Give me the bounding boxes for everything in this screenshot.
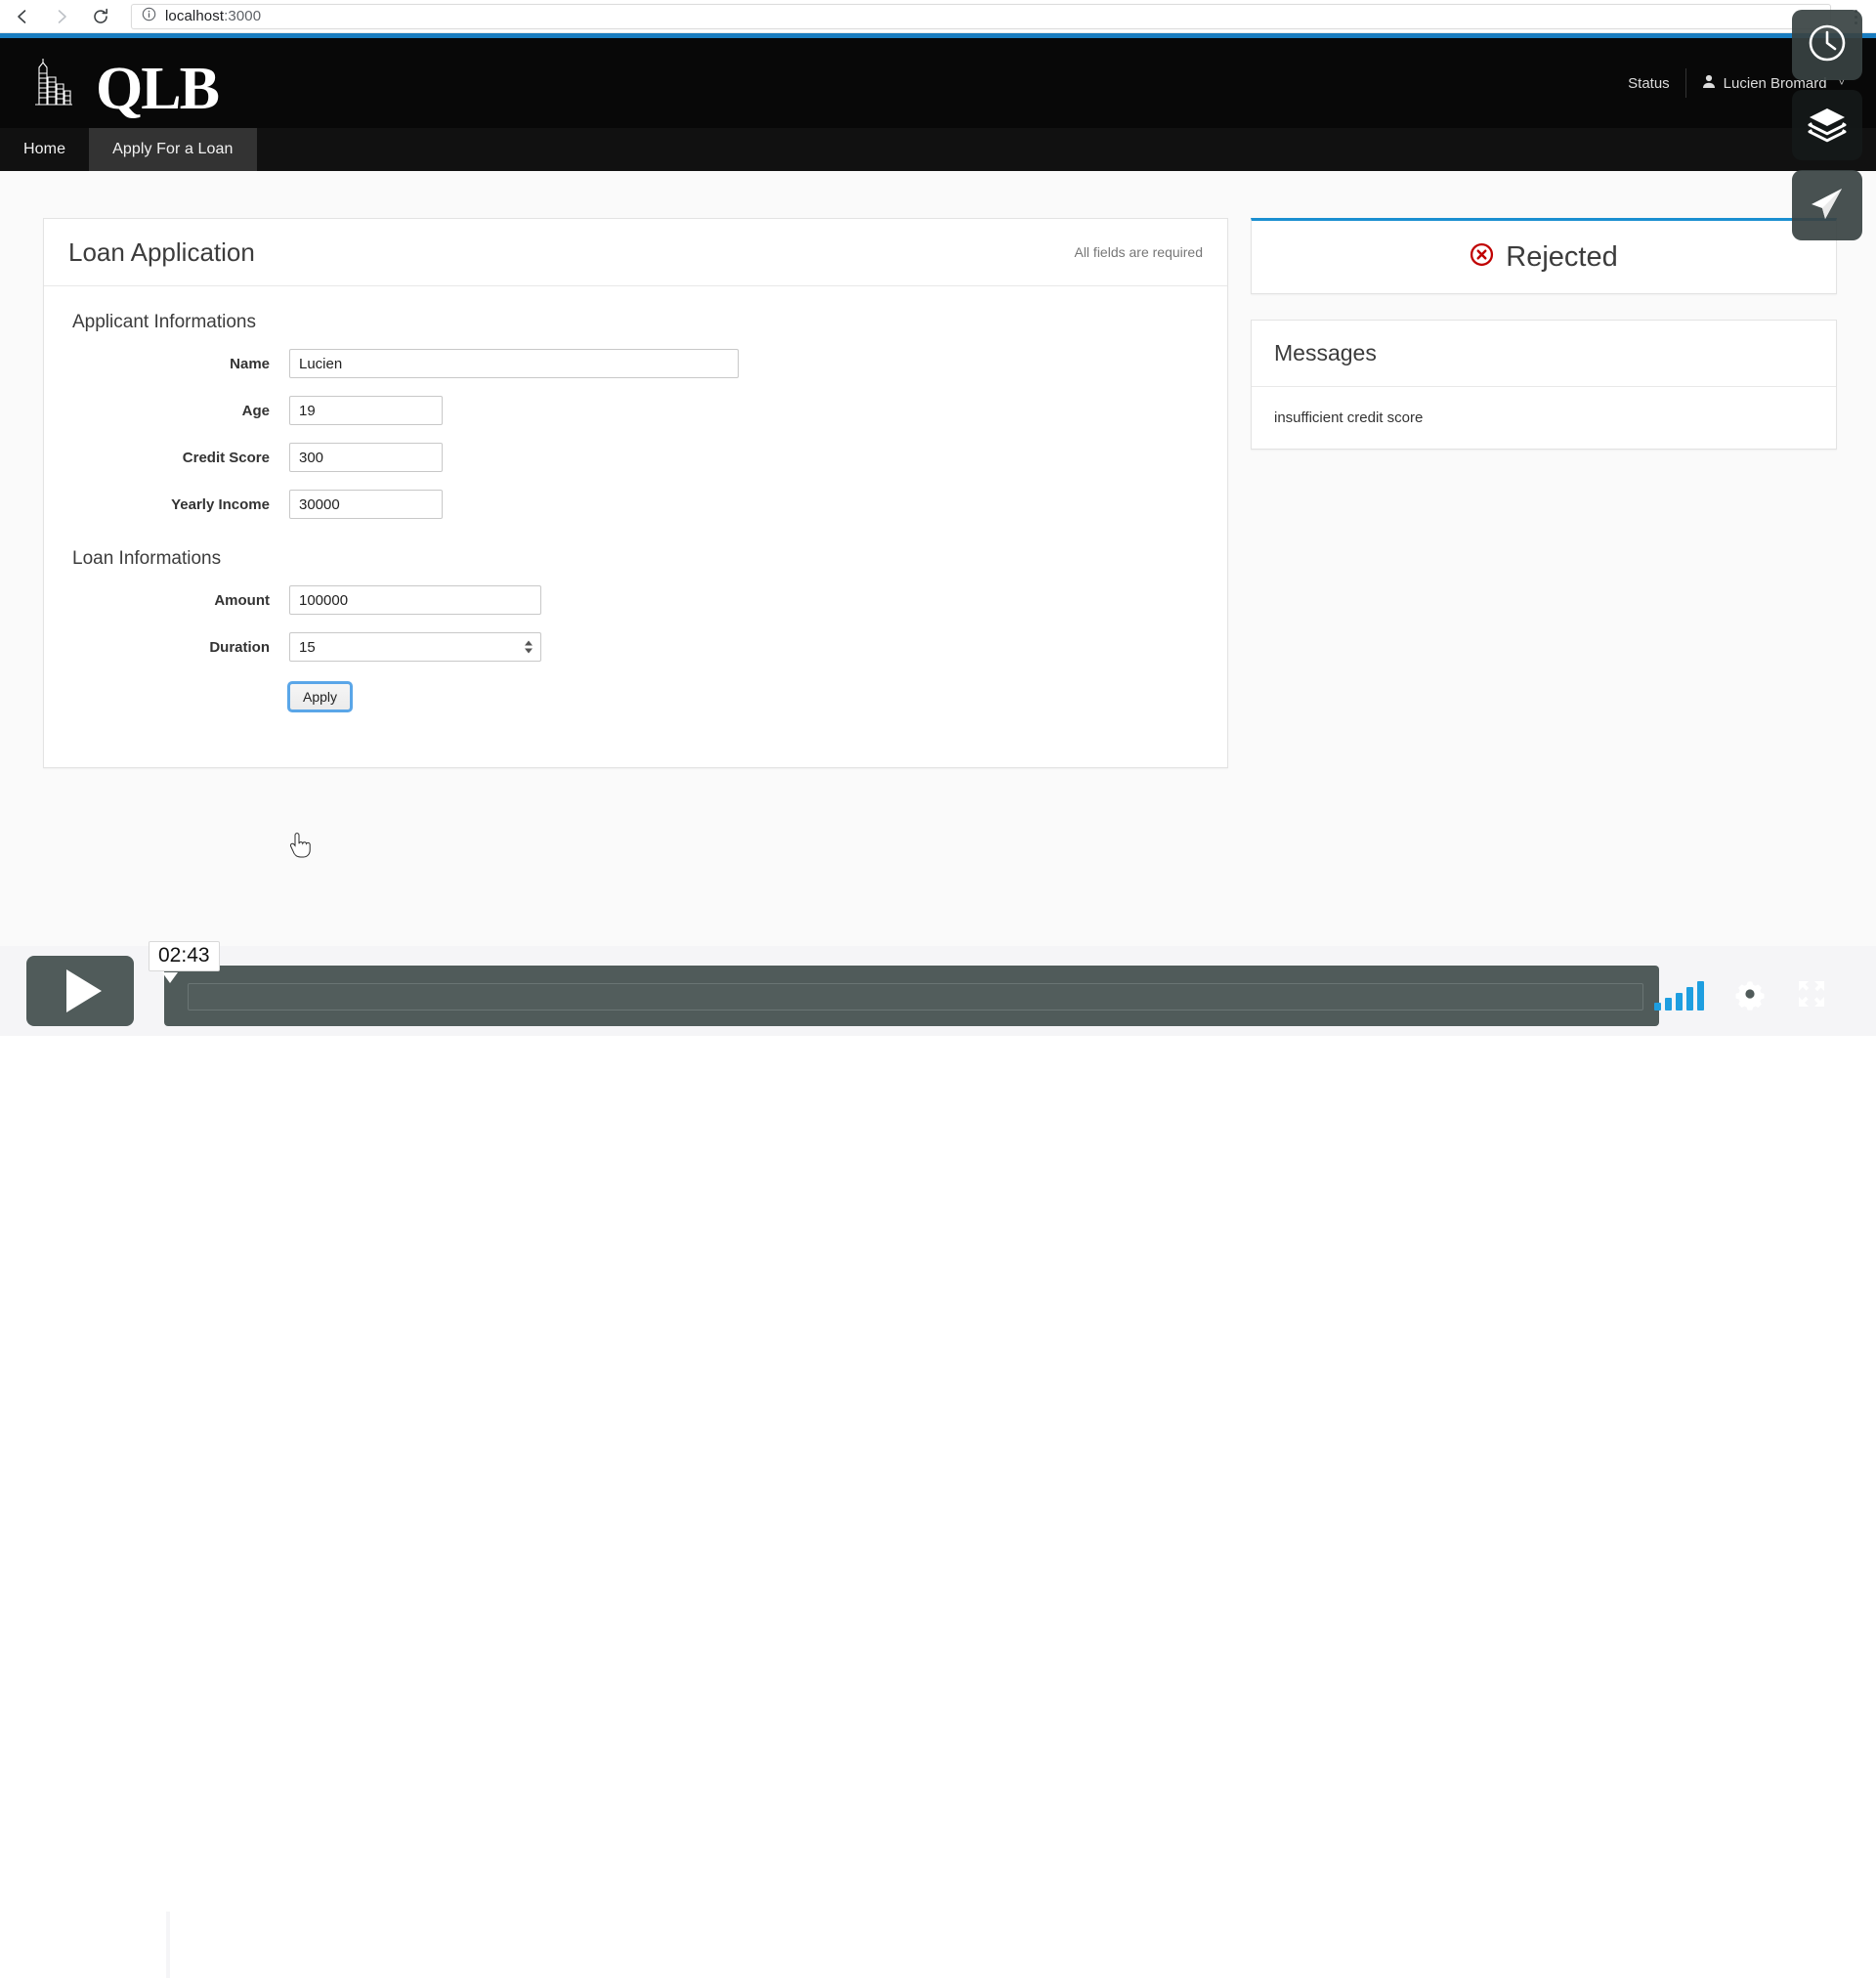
age-input[interactable] [289,396,443,425]
field-row-credit-score: Credit Score [68,443,1203,472]
user-icon [1702,74,1716,93]
field-row-name: Name [68,349,1203,378]
gear-icon [1733,977,1767,1015]
field-row-age: Age [68,396,1203,425]
city-skyline-icon [27,52,88,117]
credit-score-label: Credit Score [182,449,270,466]
video-player-bar [0,946,1876,1978]
status-menu-item[interactable]: Status [1612,68,1685,98]
yearly-income-input[interactable] [289,490,443,519]
card-header: Loan Application All fields are required [44,219,1227,286]
messages-header: Messages [1252,321,1836,387]
playhead[interactable] [166,1912,170,1978]
app-header: QLB Status Lucien Bromard ˅ [0,38,1876,128]
signal-bars-icon[interactable] [1654,981,1704,1010]
fullscreen-icon [1796,978,1827,1014]
back-arrow-icon [13,7,32,26]
name-input[interactable] [289,349,739,378]
send-button[interactable] [1792,170,1862,240]
status-card: Rejected [1251,218,1837,294]
info-icon [142,7,156,26]
layers-icon [1806,102,1849,150]
mouse-cursor-pointer [289,833,311,858]
play-button[interactable] [26,956,134,1026]
reload-icon [91,7,110,26]
layers-button[interactable] [1792,90,1862,160]
loan-section-title: Loan Informations [72,548,222,569]
loan-application-card: Loan Application All fields are required… [43,218,1228,768]
messages-body: insufficient credit score [1252,387,1836,449]
brand-text: QLB [96,55,220,122]
time-tooltip: 02:43 [149,941,220,971]
amount-input[interactable] [289,585,541,615]
age-label: Age [241,402,270,419]
tab-home-label: Home [23,141,66,157]
list-item: insufficient credit score [1274,409,1424,426]
forward-arrow-icon [52,7,71,26]
page-title: Loan Application [68,236,255,267]
field-row-duration: Duration 15 [68,632,1203,662]
status-label: Status [1628,74,1670,92]
status-badge: Rejected [1506,240,1618,273]
credit-score-input[interactable] [289,443,443,472]
forward-button[interactable] [45,0,78,33]
messages-card: Messages insufficient credit score [1251,320,1837,450]
apply-button[interactable]: Apply [286,681,354,712]
fullscreen-button[interactable] [1796,978,1827,1014]
duration-select[interactable]: 15 [289,632,541,662]
url-text: localhost:3000 [165,8,262,24]
tooltip-arrow [162,972,178,983]
tab-home[interactable]: Home [0,128,89,171]
back-button[interactable] [6,0,39,33]
browser-chrome: localhost:3000 [0,0,1876,33]
duration-select-wrap: 15 [289,632,541,662]
messages-title: Messages [1274,340,1377,366]
brand-logo[interactable]: QLB [27,52,220,122]
field-row-amount: Amount [68,585,1203,615]
required-note: All fields are required [1074,244,1203,260]
reload-button[interactable] [84,0,117,33]
name-label: Name [230,355,270,372]
nav-tabs: Home Apply For a Loan [0,128,1876,171]
amount-label: Amount [214,591,270,609]
applicant-section-title: Applicant Informations [72,312,256,332]
settings-button[interactable] [1733,977,1767,1015]
url-bar[interactable]: localhost:3000 [131,3,1831,29]
page-body: Loan Application All fields are required… [0,171,1876,1036]
card-body: Applicant Informations Name Age Credit S… [44,286,1227,767]
status-inner: Rejected [1470,240,1618,274]
duration-label: Duration [209,638,270,656]
history-button[interactable] [1792,10,1862,80]
tab-apply-label: Apply For a Loan [112,141,234,157]
field-row-yearly-income: Yearly Income [68,490,1203,519]
clock-icon [1806,22,1849,69]
yearly-income-label: Yearly Income [171,495,270,513]
player-controls [1654,966,1843,1026]
tab-apply-for-a-loan[interactable]: Apply For a Loan [89,128,257,171]
send-icon [1806,182,1849,230]
apply-row: Apply [68,681,1203,712]
play-icon [65,969,102,1012]
scrubber-track[interactable] [188,983,1643,1010]
rejected-circle-x-icon [1470,242,1494,272]
scrubber-bar[interactable] [164,966,1659,1026]
